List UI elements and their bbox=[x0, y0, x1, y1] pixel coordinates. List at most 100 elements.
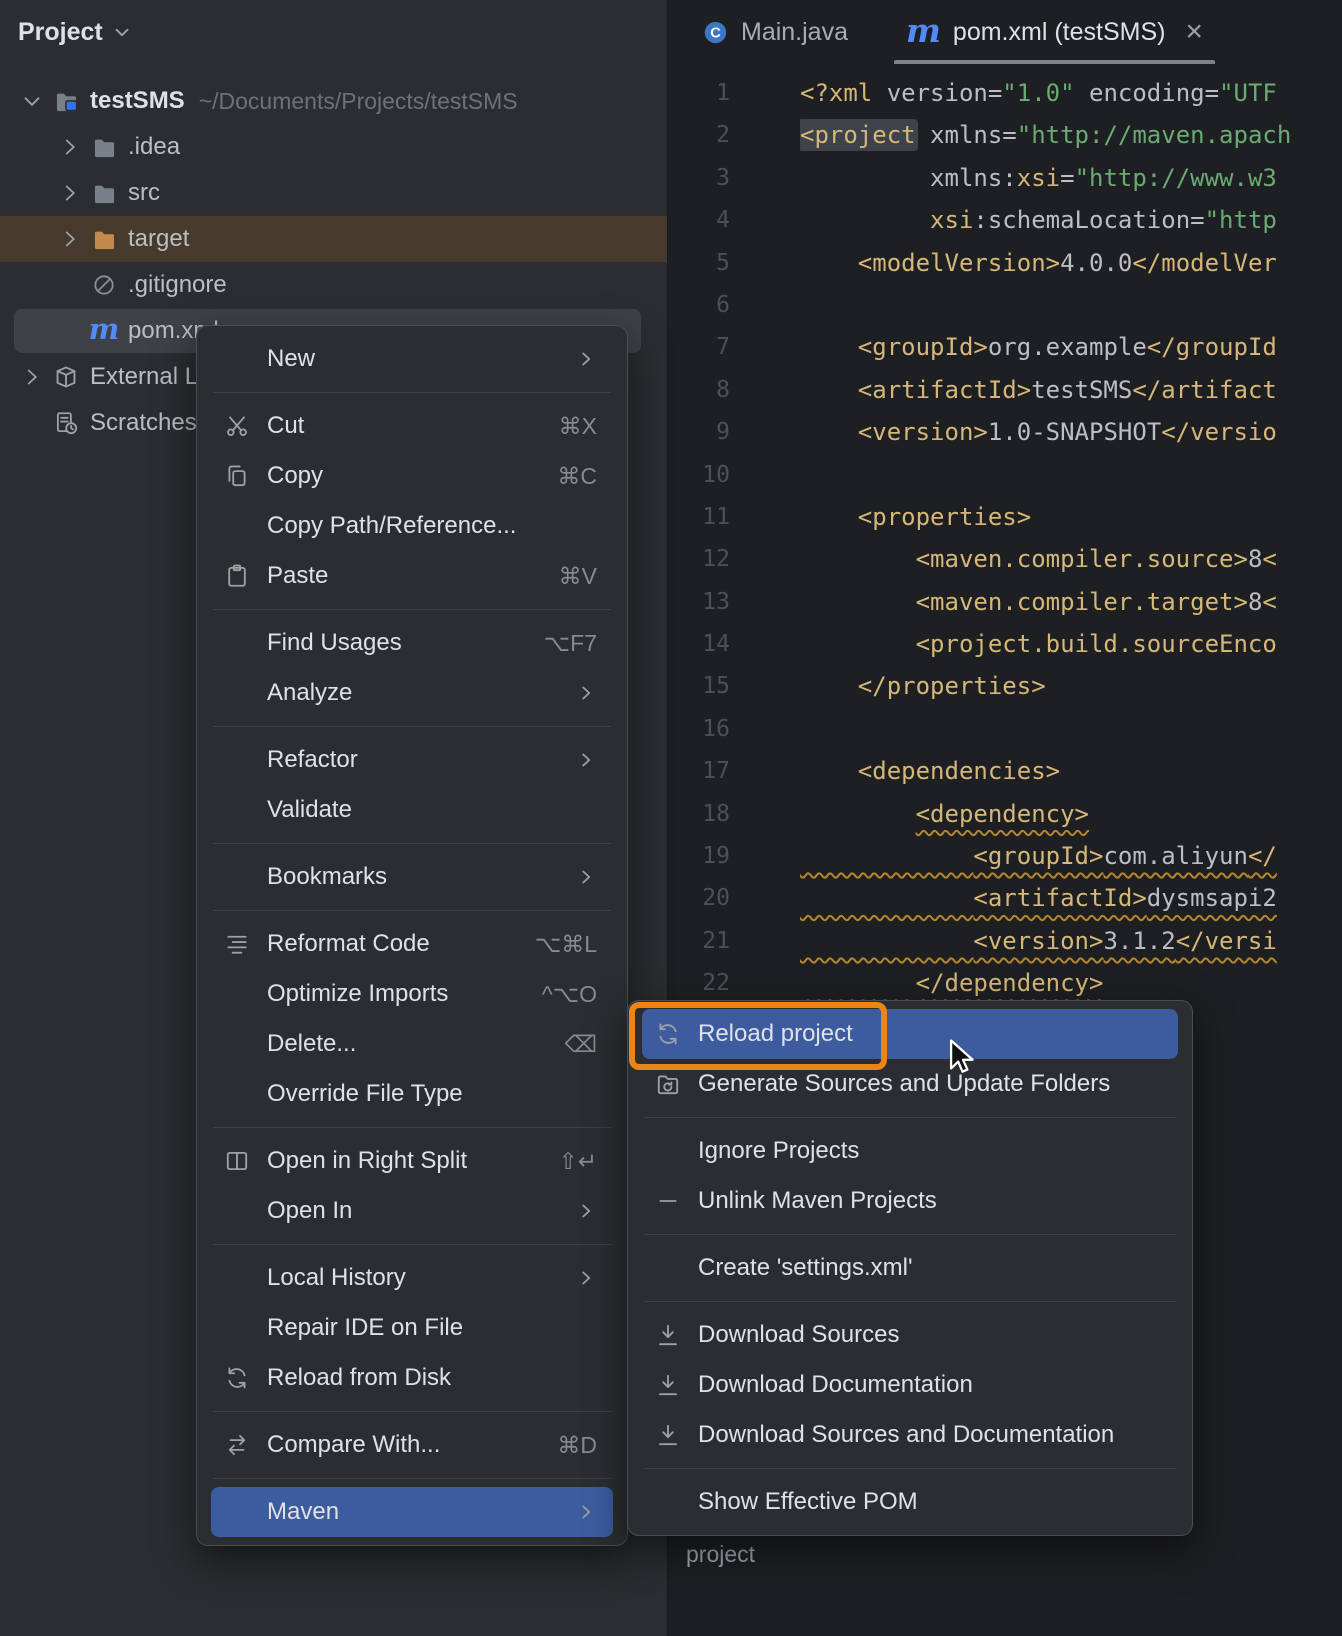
tree-row-target[interactable]: target bbox=[0, 216, 667, 262]
context-menu-item-paste[interactable]: Paste ⌘V bbox=[211, 551, 613, 601]
context-menu-item-analyze[interactable]: Analyze bbox=[211, 668, 613, 718]
tree-item-label: .idea bbox=[128, 133, 181, 160]
maven-submenu-item-download-documentation[interactable]: Download Documentation bbox=[642, 1360, 1178, 1410]
code-line[interactable] bbox=[800, 708, 1342, 750]
code-line[interactable]: <artifactId>testSMS</artifact bbox=[800, 369, 1342, 411]
context-menu-item-validate[interactable]: Validate bbox=[211, 785, 613, 835]
code-token: = bbox=[1060, 163, 1075, 192]
paste-icon-slot bbox=[221, 563, 253, 589]
code-line[interactable]: xsi:schemaLocation="http bbox=[800, 199, 1342, 241]
maven-submenu-item-show-effective-pom[interactable]: Show Effective POM bbox=[642, 1477, 1178, 1527]
code-line[interactable]: <maven.compiler.target>8< bbox=[800, 581, 1342, 623]
expand-toggle[interactable] bbox=[16, 88, 48, 114]
context-menu-item-local-history[interactable]: Local History bbox=[211, 1253, 613, 1303]
code-line[interactable] bbox=[800, 284, 1342, 326]
menu-item-label: Create 'settings.xml' bbox=[698, 1254, 913, 1281]
maven-submenu-item-unlink-maven-projects[interactable]: Unlink Maven Projects bbox=[642, 1176, 1178, 1226]
line-number: 7 bbox=[716, 334, 730, 361]
submenu-arrow-icon bbox=[575, 682, 597, 704]
expand-toggle[interactable] bbox=[16, 364, 48, 390]
context-menu-item-optimize-imports[interactable]: Optimize Imports ^⌥O bbox=[211, 969, 613, 1019]
context-menu-item-bookmarks[interactable]: Bookmarks bbox=[211, 852, 613, 902]
code-line[interactable]: <groupId>org.example</groupId bbox=[800, 326, 1342, 368]
code-line[interactable]: <?xml version="1.0" encoding="UTF bbox=[800, 72, 1342, 114]
context-menu-item-new[interactable]: New bbox=[211, 334, 613, 384]
chevron-down-icon[interactable] bbox=[111, 21, 133, 43]
tab-main-java[interactable]: C Main.java bbox=[688, 0, 862, 64]
maven-submenu-item-create-settings-xml[interactable]: Create 'settings.xml' bbox=[642, 1243, 1178, 1293]
download-icon-slot bbox=[652, 1422, 684, 1448]
context-menu-item-copy-path-reference[interactable]: Copy Path/Reference... bbox=[211, 501, 613, 551]
code-line[interactable]: xmlns:xsi="http://www.w3 bbox=[800, 157, 1342, 199]
chevron-right-icon[interactable] bbox=[19, 364, 45, 390]
menu-item-shortcut: ⌘V bbox=[558, 562, 597, 589]
code-line[interactable]: <properties> bbox=[800, 496, 1342, 538]
menu-item-shortcut: ⌘D bbox=[557, 1431, 597, 1458]
context-menu-item-open-in-right-split[interactable]: Open in Right Split ⇧↵ bbox=[211, 1136, 613, 1186]
tree-row-gitignore[interactable]: .gitignore bbox=[0, 262, 667, 308]
context-menu-item-maven[interactable]: Maven bbox=[211, 1487, 613, 1537]
context-menu-item-delete[interactable]: Delete... ⌫ bbox=[211, 1019, 613, 1069]
line-number: 10 bbox=[702, 461, 730, 488]
tab-pom-xml[interactable]: m pom.xml (testSMS) × bbox=[892, 0, 1217, 64]
code-line[interactable]: <version>3.1.2</versi bbox=[800, 920, 1342, 962]
code-line[interactable]: <dependencies> bbox=[800, 750, 1342, 792]
code-token: org.example bbox=[987, 333, 1147, 362]
context-menu-item-copy[interactable]: Copy ⌘C bbox=[211, 451, 613, 501]
menu-item-label: Repair IDE on File bbox=[267, 1314, 464, 1341]
code-line[interactable] bbox=[800, 454, 1342, 496]
generate-sources-icon bbox=[655, 1071, 681, 1097]
maven-submenu-item-download-sources[interactable]: Download Sources bbox=[642, 1310, 1178, 1360]
context-menu-item-override-file-type[interactable]: Override File Type bbox=[211, 1069, 613, 1119]
chevron-right-icon[interactable] bbox=[57, 134, 83, 160]
expand-toggle[interactable] bbox=[54, 226, 86, 252]
tree-row-testsms[interactable]: testSMS ~/Documents/Projects/testSMS bbox=[0, 78, 667, 124]
menu-item-shortcut: ⇧↵ bbox=[558, 1147, 597, 1174]
tree-row-src[interactable]: src bbox=[0, 170, 667, 216]
context-menu-item-repair-ide-on-file[interactable]: Repair IDE on File bbox=[211, 1303, 613, 1353]
code-line[interactable]: <maven.compiler.source>8< bbox=[800, 538, 1342, 580]
expand-toggle[interactable] bbox=[54, 180, 86, 206]
tree-icon-slot bbox=[48, 364, 84, 390]
menu-item-label: Download Sources and Documentation bbox=[698, 1421, 1115, 1448]
maven-submenu-item-generate-sources-and-update-folders[interactable]: Generate Sources and Update Folders bbox=[642, 1059, 1178, 1109]
chevron-right-icon[interactable] bbox=[57, 180, 83, 206]
code-line[interactable]: <project.build.sourceEnco bbox=[800, 623, 1342, 665]
code-line[interactable]: <groupId>com.aliyun</ bbox=[800, 835, 1342, 877]
code-line[interactable]: <artifactId>dysmsapi2 bbox=[800, 877, 1342, 919]
expand-toggle[interactable] bbox=[54, 134, 86, 160]
code-line[interactable]: <version>1.0-SNAPSHOT</versio bbox=[800, 411, 1342, 453]
tree-row-idea[interactable]: .idea bbox=[0, 124, 667, 170]
code-line[interactable]: <project xmlns="http://maven.apach bbox=[800, 114, 1342, 156]
context-menu-item-reload-from-disk[interactable]: Reload from Disk bbox=[211, 1353, 613, 1403]
context-menu: New Cut ⌘X Copy ⌘C Copy Path/Reference... Past… bbox=[196, 325, 628, 1546]
chevron-down-icon[interactable] bbox=[19, 88, 45, 114]
svg-text:C: C bbox=[710, 25, 721, 41]
breadcrumb-project[interactable]: project bbox=[686, 1541, 755, 1568]
code-line[interactable]: <modelVersion>4.0.0</modelVer bbox=[800, 242, 1342, 284]
context-menu-item-refactor[interactable]: Refactor bbox=[211, 735, 613, 785]
menu-separator bbox=[644, 1301, 1176, 1302]
context-menu-item-open-in[interactable]: Open In bbox=[211, 1186, 613, 1236]
chevron-right-icon[interactable] bbox=[57, 226, 83, 252]
code-line[interactable]: </properties> bbox=[800, 665, 1342, 707]
line-number: 14 bbox=[702, 631, 730, 658]
code-token: 8 bbox=[1247, 587, 1263, 616]
context-menu-item-cut[interactable]: Cut ⌘X bbox=[211, 401, 613, 451]
close-icon[interactable]: × bbox=[1185, 17, 1203, 47]
code-line[interactable]: <dependency> bbox=[800, 793, 1342, 835]
code-line[interactable]: </dependency> bbox=[800, 962, 1342, 1004]
maven-submenu-item-ignore-projects[interactable]: Ignore Projects bbox=[642, 1126, 1178, 1176]
menu-separator bbox=[213, 1411, 611, 1412]
context-menu-item-compare-with[interactable]: Compare With... ⌘D bbox=[211, 1420, 613, 1470]
project-panel-title[interactable]: Project bbox=[18, 18, 103, 47]
maven-submenu-item-download-sources-and-documentation[interactable]: Download Sources and Documentation bbox=[642, 1410, 1178, 1460]
submenu-arrow bbox=[575, 682, 597, 704]
maven-submenu-item-reload-project[interactable]: Reload project bbox=[642, 1009, 1178, 1059]
code-token: </ bbox=[1247, 842, 1277, 871]
context-menu-item-reformat-code[interactable]: Reformat Code ⌥⌘L bbox=[211, 919, 613, 969]
context-menu-item-find-usages[interactable]: Find Usages ⌥F7 bbox=[211, 618, 613, 668]
